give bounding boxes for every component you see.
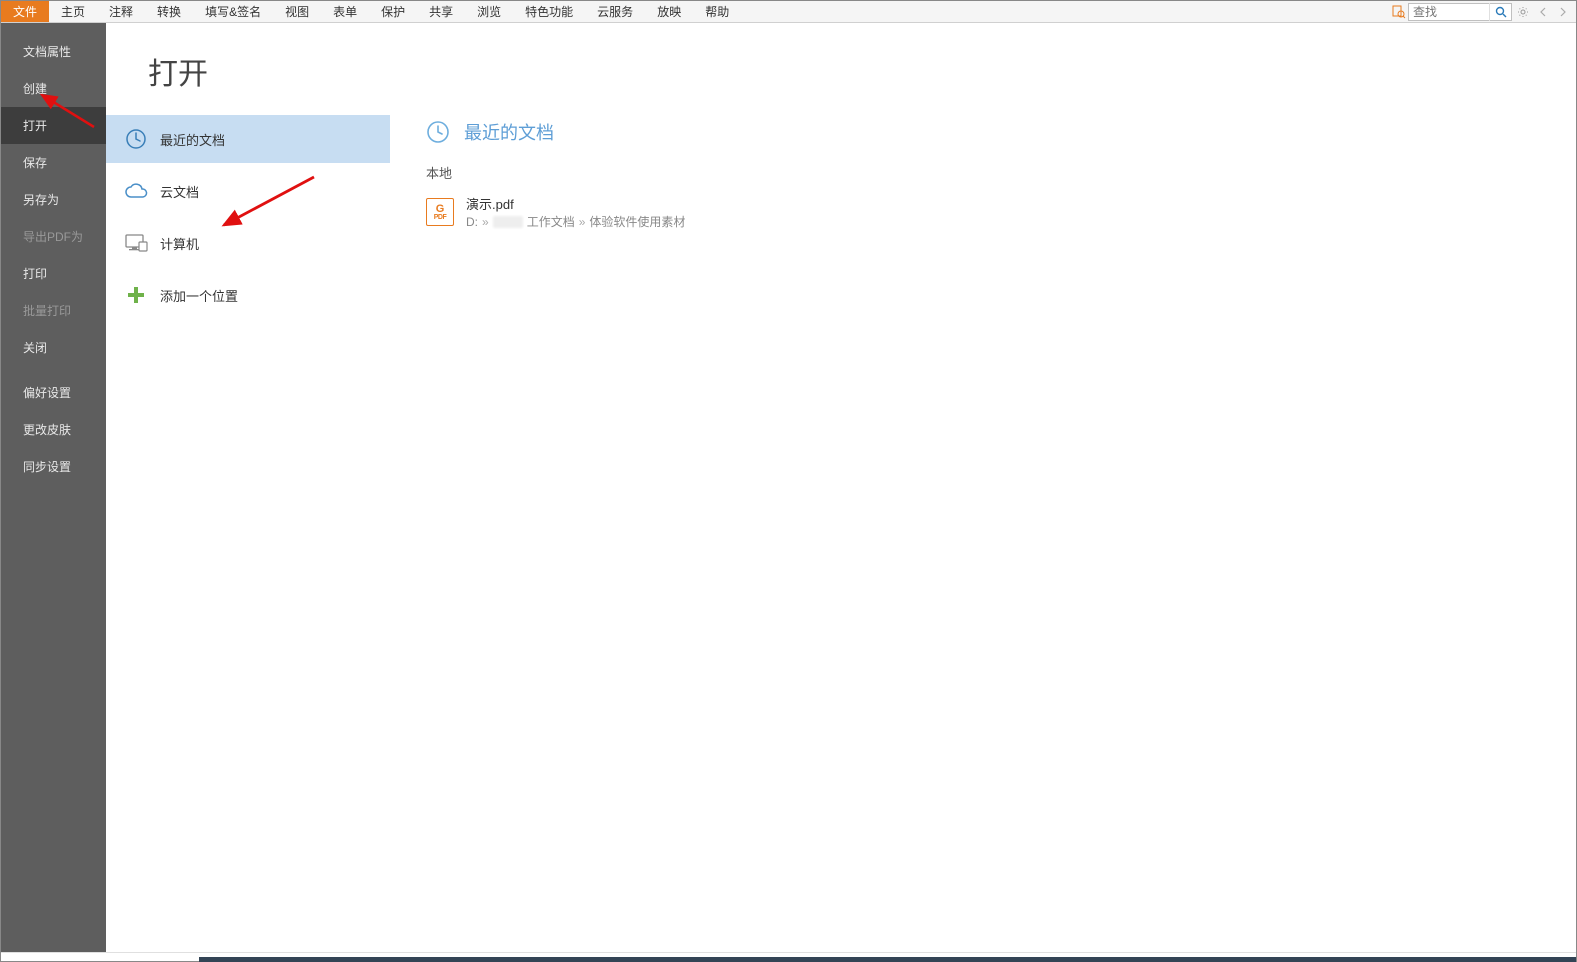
content-header: 最近的文档 — [426, 119, 1576, 145]
menu-file[interactable]: 文件 — [1, 1, 49, 22]
source-label: 云文档 — [160, 182, 199, 201]
sidebar-item-sync-settings[interactable]: 同步设置 — [1, 448, 106, 485]
search-input[interactable] — [1409, 5, 1489, 19]
source-label: 计算机 — [160, 234, 199, 253]
plus-icon — [124, 283, 148, 307]
recent-file-row[interactable]: G PDF 演示.pdf D: » 工作文档 » 体验软件使用素材 — [426, 190, 1576, 234]
app-window: 文件 主页 注释 转换 填写&签名 视图 表单 保护 共享 浏览 特色功能 云服… — [0, 0, 1577, 962]
clock-icon — [124, 127, 148, 151]
menu-help[interactable]: 帮助 — [693, 1, 741, 22]
search-button[interactable] — [1489, 3, 1511, 21]
menu-right-tools — [1388, 1, 1576, 22]
sidebar-item-create[interactable]: 创建 — [1, 70, 106, 107]
redacted-segment — [493, 216, 523, 228]
file-sidebar: 文档属性 创建 打开 保存 另存为 导出PDF为 打印 批量打印 关闭 偏好设置… — [1, 23, 106, 952]
nav-prev-icon[interactable] — [1534, 3, 1552, 21]
menu-bar: 文件 主页 注释 转换 填写&签名 视图 表单 保护 共享 浏览 特色功能 云服… — [1, 1, 1576, 23]
sidebar-item-batch-print[interactable]: 批量打印 — [1, 292, 106, 329]
sidebar-item-save[interactable]: 保存 — [1, 144, 106, 181]
source-add-location[interactable]: 添加一个位置 — [106, 271, 390, 319]
sidebar-item-save-as[interactable]: 另存为 — [1, 181, 106, 218]
content-title: 最近的文档 — [464, 119, 554, 145]
menu-view[interactable]: 视图 — [273, 1, 321, 22]
sidebar-item-open[interactable]: 打开 — [1, 107, 106, 144]
main-area: 文档属性 创建 打开 保存 另存为 导出PDF为 打印 批量打印 关闭 偏好设置… — [1, 23, 1576, 952]
menu-fill-sign[interactable]: 填写&签名 — [193, 1, 273, 22]
file-info: 演示.pdf D: » 工作文档 » 体验软件使用素材 — [466, 194, 685, 230]
computer-icon — [124, 231, 148, 255]
menu-protect[interactable]: 保护 — [369, 1, 417, 22]
sidebar-item-close[interactable]: 关闭 — [1, 329, 106, 366]
source-label: 最近的文档 — [160, 130, 225, 149]
sidebar-item-change-skin[interactable]: 更改皮肤 — [1, 411, 106, 448]
sidebar-item-export-pdf[interactable]: 导出PDF为 — [1, 218, 106, 255]
menu-play[interactable]: 放映 — [645, 1, 693, 22]
source-computer[interactable]: 计算机 — [106, 219, 390, 267]
menu-home[interactable]: 主页 — [49, 1, 97, 22]
nav-next-icon[interactable] — [1554, 3, 1572, 21]
status-bar — [1, 952, 1576, 961]
menu-browse[interactable]: 浏览 — [465, 1, 513, 22]
source-list: 最近的文档 云文档 计算机 — [106, 115, 396, 323]
settings-gear-icon[interactable] — [1514, 3, 1532, 21]
pdf-file-icon: G PDF — [426, 198, 454, 226]
open-sources-panel: 打开 最近的文档 云文档 — [106, 23, 396, 952]
menu-cloud[interactable]: 云服务 — [585, 1, 645, 22]
sidebar-item-print[interactable]: 打印 — [1, 255, 106, 292]
cloud-icon — [124, 179, 148, 203]
menu-annotate[interactable]: 注释 — [97, 1, 145, 22]
menu-form[interactable]: 表单 — [321, 1, 369, 22]
file-name: 演示.pdf — [466, 194, 685, 213]
source-recent[interactable]: 最近的文档 — [106, 115, 390, 163]
location-label: 本地 — [426, 163, 1576, 182]
find-page-icon[interactable] — [1390, 3, 1408, 21]
search-box — [1408, 3, 1512, 21]
menu-features[interactable]: 特色功能 — [513, 1, 585, 22]
menu-convert[interactable]: 转换 — [145, 1, 193, 22]
file-path: D: » 工作文档 » 体验软件使用素材 — [466, 213, 685, 230]
open-content-area: 最近的文档 本地 G PDF 演示.pdf D: » 工作文档 — [396, 23, 1576, 952]
source-cloud[interactable]: 云文档 — [106, 167, 390, 215]
sidebar-item-doc-props[interactable]: 文档属性 — [1, 33, 106, 70]
page-title: 打开 — [106, 37, 396, 115]
sidebar-item-preferences[interactable]: 偏好设置 — [1, 374, 106, 411]
menu-share[interactable]: 共享 — [417, 1, 465, 22]
source-label: 添加一个位置 — [160, 286, 238, 305]
clock-icon — [426, 120, 450, 144]
